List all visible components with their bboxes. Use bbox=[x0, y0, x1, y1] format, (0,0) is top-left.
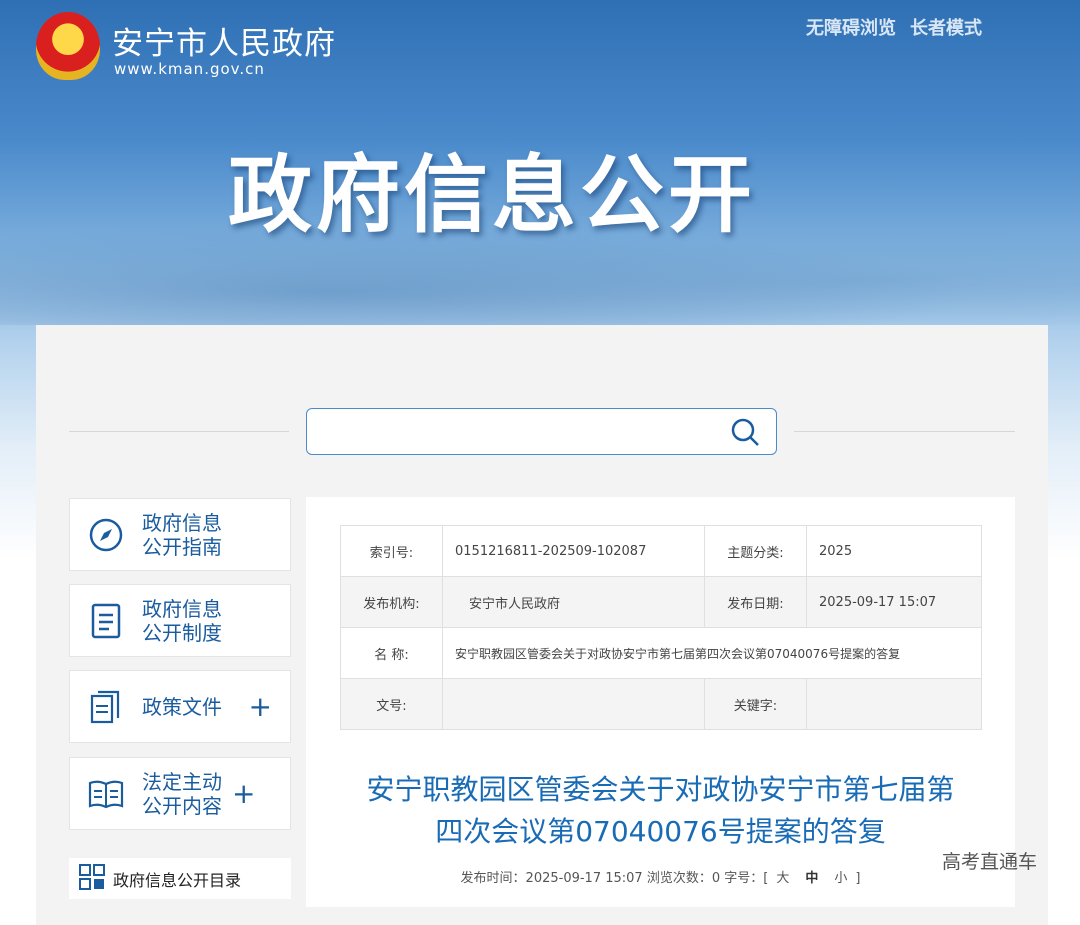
sidebar-subitem-label: 政府信息公开目录 bbox=[113, 870, 242, 890]
org-value: 安宁市人民政府 bbox=[442, 576, 705, 628]
info-table: 索引号: 0151216811-202509-102087 主题分类: 2025 发布… bbox=[340, 525, 982, 730]
meta-text: 发布时间：2025-09-17 15:07 浏览次数：0 字号：[ bbox=[460, 871, 769, 886]
sidebar-item-policy[interactable]: 政策文件 + bbox=[69, 670, 291, 743]
keyword-label: 关键字: bbox=[704, 678, 807, 730]
index-label: 索引号: bbox=[340, 525, 443, 577]
title-line: 安宁职教园区管委会关于对政协安宁市第七届第 bbox=[366, 773, 955, 806]
docno-value bbox=[442, 678, 705, 730]
search-input[interactable] bbox=[319, 409, 719, 453]
elderly-mode-link[interactable]: 长者模式 bbox=[910, 14, 982, 40]
topic-value: 2025 bbox=[806, 525, 982, 577]
expand-icon[interactable]: + bbox=[249, 690, 272, 723]
index-value: 0151216811-202509-102087 bbox=[442, 525, 705, 577]
hero-title: 政府信息公开 bbox=[228, 146, 757, 244]
search-icon[interactable] bbox=[730, 417, 762, 453]
name-label: 名 称: bbox=[340, 627, 443, 679]
search-box bbox=[306, 408, 777, 455]
files-icon bbox=[70, 690, 142, 724]
sidebar-item-label: 政府信息公开制度 bbox=[142, 596, 222, 645]
title-line: 四次会议第07040076号提案的答复 bbox=[435, 815, 886, 848]
sidebar-item-system[interactable]: 政府信息公开制度 bbox=[69, 584, 291, 657]
grid-icon bbox=[79, 863, 105, 894]
article-card: 索引号: 0151216811-202509-102087 主题分类: 2025 发布… bbox=[306, 497, 1015, 907]
site-url: www.kman.gov.cn bbox=[114, 60, 265, 78]
article-title: 安宁职教园区管委会关于对政协安宁市第七届第 四次会议第07040076号提案的答复 bbox=[306, 769, 1015, 853]
sidebar-item-mandatory[interactable]: 法定主动公开内容 + bbox=[69, 757, 291, 830]
meta-bracket: ] bbox=[855, 871, 861, 886]
site-name: 安宁市人民政府 bbox=[112, 26, 336, 62]
name-value: 安宁职教园区管委会关于对政协安宁市第七届第四次会议第07040076号提案的答复 bbox=[442, 627, 982, 679]
divider bbox=[794, 431, 1015, 432]
org-label: 发布机构: bbox=[340, 576, 443, 628]
accessibility-link[interactable]: 无障碍浏览 bbox=[806, 14, 896, 40]
font-size-medium[interactable]: 中 bbox=[805, 871, 818, 886]
docno-label: 文号: bbox=[340, 678, 443, 730]
sidebar-item-label: 政策文件 bbox=[142, 694, 222, 719]
date-value: 2025-09-17 15:07 bbox=[806, 576, 982, 628]
sidebar-subitem-catalog[interactable]: 政府信息公开目录 bbox=[69, 858, 291, 899]
article-meta: 发布时间：2025-09-17 15:07 浏览次数：0 字号：[ 大 中 小] bbox=[306, 867, 1015, 886]
document-icon bbox=[70, 603, 142, 639]
font-size-large[interactable]: 大 bbox=[776, 871, 789, 886]
book-icon bbox=[70, 779, 142, 809]
expand-icon[interactable]: + bbox=[232, 777, 255, 810]
divider bbox=[69, 431, 289, 432]
keyword-value bbox=[806, 678, 982, 730]
watermark: 高考直通车 bbox=[942, 851, 1038, 873]
sidebar-item-label: 政府信息公开指南 bbox=[142, 510, 222, 559]
national-emblem-logo bbox=[36, 12, 100, 80]
topic-label: 主题分类: bbox=[704, 525, 807, 577]
compass-icon bbox=[70, 518, 142, 552]
date-label: 发布日期: bbox=[704, 576, 807, 628]
sidebar-item-label: 法定主动公开内容 bbox=[142, 769, 222, 818]
sidebar-item-guide[interactable]: 政府信息公开指南 bbox=[69, 498, 291, 571]
font-size-small[interactable]: 小 bbox=[834, 871, 847, 886]
